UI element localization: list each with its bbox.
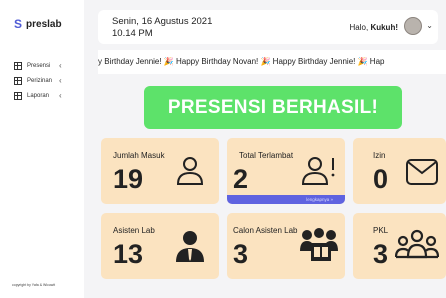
chevron-left-icon: ‹ — [59, 61, 62, 70]
card-pkl[interactable]: PKL 3 — [353, 213, 446, 279]
avatar[interactable] — [404, 17, 422, 35]
card-asisten-lab[interactable]: Asisten Lab 13 — [101, 213, 219, 279]
marquee-text: y Birthday Jennie! 🎉 Happy Birthday Nova… — [98, 57, 385, 66]
sidebar-nav: Presensi ‹ Perizinan ‹ Laporan ‹ — [14, 58, 62, 103]
card-title: Asisten Lab — [113, 226, 155, 235]
card-value: 0 — [373, 164, 389, 194]
user-greeting: Halo, Kukuh! — [350, 23, 398, 32]
brand[interactable]: S preslab — [14, 17, 62, 31]
banner-text: PRESENSI BERHASIL! — [167, 96, 379, 118]
sidebar: S preslab Presensi ‹ Perizinan ‹ Laporan… — [0, 0, 84, 298]
card-title: Calon Asisten Lab — [233, 226, 298, 235]
card-calon-asisten-lab[interactable]: Calon Asisten Lab 3 — [227, 213, 345, 279]
card-value: 2 — [233, 164, 249, 194]
chevron-left-icon: ‹ — [59, 91, 62, 100]
grid-icon — [14, 61, 22, 70]
card-title: Jumlah Masuk — [113, 151, 165, 160]
chevron-left-icon: ‹ — [59, 76, 62, 85]
chevron-down-icon[interactable]: ⌄ — [426, 21, 433, 30]
brand-logo-icon: S — [14, 17, 23, 31]
card-value: 19 — [113, 164, 144, 194]
grid-icon — [14, 76, 22, 85]
sidebar-item-presensi[interactable]: Presensi ‹ — [14, 58, 62, 73]
card-jumlah-masuk[interactable]: Jumlah Masuk 19 — [101, 138, 219, 204]
sidebar-item-laporan[interactable]: Laporan ‹ — [14, 88, 62, 103]
sidebar-item-perizinan[interactable]: Perizinan ‹ — [14, 73, 62, 88]
current-date: Senin, 16 Agustus 2021 — [112, 16, 213, 27]
group-board-icon — [300, 228, 338, 261]
success-banner: PRESENSI BERHASIL! — [144, 86, 402, 129]
card-izin[interactable]: Izin 0 — [353, 138, 446, 204]
card-title: PKL — [373, 226, 389, 235]
sidebar-item-label: Laporan — [27, 92, 50, 99]
greeting-text: Halo, — [349, 23, 371, 32]
card-title: Total Terlambat — [239, 151, 294, 160]
grid-icon — [14, 91, 22, 100]
datetime: Senin, 16 Agustus 2021 10.14 PM — [112, 16, 212, 40]
envelope-icon — [406, 159, 438, 185]
top-bar: Senin, 16 Agustus 2021 10.14 PM Halo, Ku… — [98, 10, 438, 44]
card-value: 3 — [233, 239, 249, 269]
sidebar-item-label: Perizinan — [27, 77, 53, 84]
copyright-text: copyright by Yafa & Wicuwit — [12, 283, 56, 287]
birthday-marquee: y Birthday Jennie! 🎉 Happy Birthday Nova… — [98, 50, 446, 74]
card-total-terlambat[interactable]: Total Terlambat 2 lengkapnya » — [227, 138, 345, 204]
card-value: 3 — [373, 239, 389, 269]
person-alert-icon — [301, 157, 335, 185]
person-tie-icon — [176, 231, 204, 262]
current-time: 10.14 PM — [112, 28, 153, 39]
person-outline-icon — [176, 157, 204, 185]
card-title: Izin — [373, 151, 386, 160]
group-icon — [395, 229, 439, 259]
username: Kukuh! — [370, 23, 398, 32]
card-detail-link[interactable]: lengkapnya » — [227, 195, 345, 204]
card-value: 13 — [113, 239, 144, 269]
brand-name: preslab — [26, 18, 62, 30]
sidebar-item-label: Presensi — [27, 62, 51, 69]
